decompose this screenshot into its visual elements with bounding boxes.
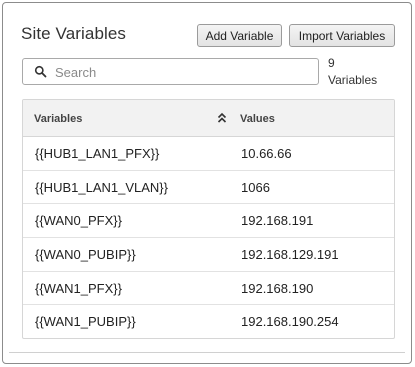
variable-value: 192.168.190	[241, 280, 314, 296]
variable-name: {{WAN0_PFX}}	[35, 213, 122, 229]
search-placeholder: Search	[55, 65, 97, 80]
search-input[interactable]: Search	[22, 58, 319, 85]
table-row[interactable]: {{WAN0_PFX}} 192.168.191	[23, 204, 394, 239]
table-row[interactable]: {{WAN0_PUBIP}} 192.168.129.191	[23, 238, 394, 272]
variable-value: 192.168.190.254	[241, 314, 339, 330]
table-row[interactable]: {{HUB1_LAN1_VLAN}} 1066	[23, 171, 394, 205]
add-variable-button[interactable]: Add Variable	[197, 24, 282, 47]
import-variables-button[interactable]: Import Variables	[289, 24, 395, 47]
panel-title: Site Variables	[21, 24, 127, 43]
variable-value: 10.66.66	[241, 146, 292, 161]
variable-value: 192.168.191	[241, 213, 314, 229]
table-row[interactable]: {{HUB1_LAN1_PFX}} 10.66.66	[23, 137, 394, 171]
variable-count-number: 9	[328, 56, 335, 70]
variable-count: 9 Variables	[328, 55, 377, 89]
variable-value: 1066	[241, 179, 270, 195]
variable-name: {{HUB1_LAN1_PFX}}	[35, 146, 160, 161]
variable-value: 192.168.129.191	[241, 247, 339, 263]
variable-count-label: Variables	[328, 73, 378, 87]
panel-divider	[9, 352, 405, 358]
sort-ascending-icon[interactable]	[217, 112, 227, 124]
table-row[interactable]: {{WAN1_PUBIP}} 192.168.190.254	[23, 305, 394, 338]
table-header: Variables Values	[23, 100, 394, 137]
variable-name: {{WAN1_PUBIP}}	[35, 314, 136, 330]
site-variables-panel: Site Variables Add Variable Import Varia…	[2, 2, 412, 364]
variable-name: {{HUB1_LAN1_VLAN}}	[35, 179, 168, 195]
variables-table: Variables Values {{HUB1_LAN1_PFX}} 10.66…	[22, 99, 395, 339]
search-icon	[34, 65, 47, 78]
variable-name: {{WAN1_PFX}}	[35, 280, 122, 296]
table-row[interactable]: {{WAN1_PFX}} 192.168.190	[23, 272, 394, 306]
column-header-values[interactable]: Values	[240, 113, 275, 125]
column-header-variables[interactable]: Variables	[34, 113, 82, 125]
variable-name: {{WAN0_PUBIP}}	[35, 247, 136, 263]
